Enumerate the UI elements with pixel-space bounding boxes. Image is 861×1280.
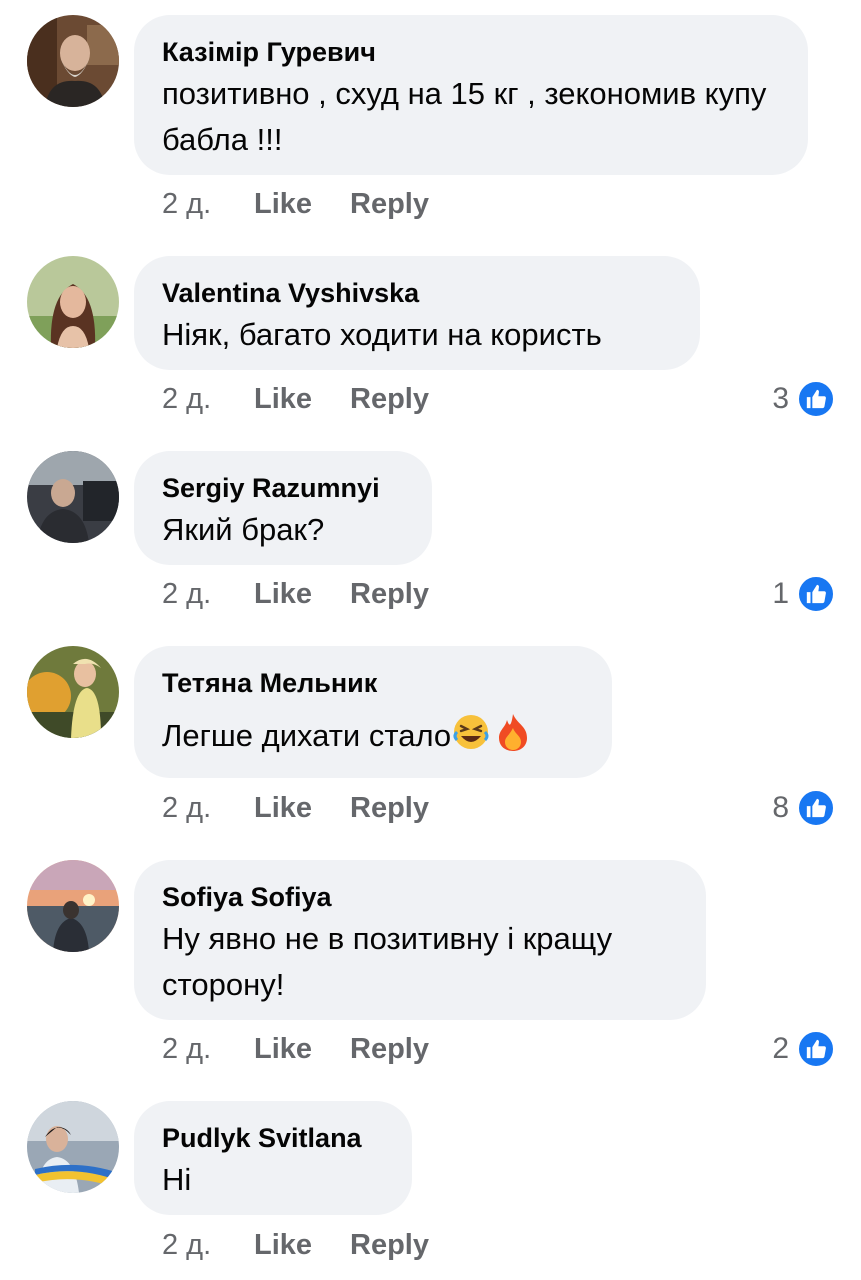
avatar[interactable] bbox=[27, 1101, 119, 1193]
reply-button[interactable]: Reply bbox=[350, 383, 429, 416]
like-button[interactable]: Like bbox=[254, 383, 350, 416]
thumbs-up-icon bbox=[797, 1030, 835, 1068]
reaction-count: 8 bbox=[772, 791, 789, 824]
comment-timestamp[interactable]: 2 д. bbox=[162, 1033, 254, 1066]
avatar[interactable] bbox=[27, 15, 119, 107]
comment-actions: 2 д. Like Reply bbox=[162, 184, 429, 224]
comment-text: Легше дихати стало bbox=[162, 712, 584, 765]
avatar[interactable] bbox=[27, 256, 119, 348]
reaction-count: 2 bbox=[772, 1032, 789, 1065]
comment-author[interactable]: Pudlyk Svitlana bbox=[162, 1121, 384, 1155]
comment-actions: 2 д. Like Reply bbox=[162, 788, 429, 828]
comment-timestamp[interactable]: 2 д. bbox=[162, 188, 254, 221]
like-button[interactable]: Like bbox=[254, 578, 350, 611]
like-button[interactable]: Like bbox=[254, 792, 350, 825]
avatar-photo bbox=[27, 256, 119, 348]
fire-emoji bbox=[495, 712, 531, 765]
avatar[interactable] bbox=[27, 646, 119, 738]
comment-bubble: Sofiya Sofiya Ну явно не в позитивну і к… bbox=[134, 860, 706, 1020]
reaction-count: 1 bbox=[772, 577, 789, 610]
comment-text: Який брак? bbox=[162, 512, 325, 547]
like-button[interactable]: Like bbox=[254, 1229, 350, 1262]
comment-author[interactable]: Sofiya Sofiya bbox=[162, 880, 678, 914]
avatar-photo bbox=[27, 451, 119, 543]
reaction-summary[interactable]: 1 bbox=[772, 574, 835, 614]
comment-text: Ніяк, багато ходити на користь bbox=[162, 317, 602, 352]
like-button[interactable]: Like bbox=[254, 1033, 350, 1066]
rolling-laughing-emoji bbox=[451, 712, 491, 765]
reply-button[interactable]: Reply bbox=[350, 188, 429, 221]
comment-author[interactable]: Казімір Гуревич bbox=[162, 35, 780, 69]
comment-timestamp[interactable]: 2 д. bbox=[162, 578, 254, 611]
comment-author[interactable]: Тетяна Мельник bbox=[162, 666, 584, 700]
comment-text: Ні bbox=[162, 1162, 192, 1197]
comment-text: Ну явно не в позитивну і кращу сторону! bbox=[162, 921, 613, 1002]
avatar[interactable] bbox=[27, 860, 119, 952]
avatar-photo bbox=[27, 15, 119, 107]
reply-button[interactable]: Reply bbox=[350, 1229, 429, 1262]
reaction-summary[interactable]: 8 bbox=[772, 788, 835, 828]
comment-bubble: Тетяна Мельник Легше дихати стало bbox=[134, 646, 612, 778]
reply-button[interactable]: Reply bbox=[350, 1033, 429, 1066]
reaction-summary[interactable]: 3 bbox=[772, 379, 835, 419]
comment-author[interactable]: Valentina Vyshivska bbox=[162, 276, 672, 310]
reply-button[interactable]: Reply bbox=[350, 578, 429, 611]
comment-timestamp[interactable]: 2 д. bbox=[162, 1229, 254, 1262]
comment-bubble: Pudlyk Svitlana Ні bbox=[134, 1101, 412, 1215]
avatar-photo bbox=[27, 646, 119, 738]
thumbs-up-icon bbox=[797, 380, 835, 418]
avatar-photo bbox=[27, 860, 119, 952]
comment-timestamp[interactable]: 2 д. bbox=[162, 383, 254, 416]
comment-author[interactable]: Sergiy Razumnyi bbox=[162, 471, 404, 505]
comment-list: Казімір Гуревич позитивно , схуд на 15 к… bbox=[0, 0, 861, 1280]
comment-actions: 2 д. Like Reply bbox=[162, 574, 429, 614]
comment-timestamp[interactable]: 2 д. bbox=[162, 792, 254, 825]
thumbs-up-icon bbox=[797, 575, 835, 613]
comment-bubble: Valentina Vyshivska Ніяк, багато ходити … bbox=[134, 256, 700, 370]
thumbs-up-icon bbox=[797, 789, 835, 827]
avatar-photo bbox=[27, 1101, 119, 1193]
comment-actions: 2 д. Like Reply bbox=[162, 1225, 429, 1265]
comment-actions: 2 д. Like Reply bbox=[162, 379, 429, 419]
comment-bubble: Sergiy Razumnyi Який брак? bbox=[134, 451, 432, 565]
reply-button[interactable]: Reply bbox=[350, 792, 429, 825]
like-button[interactable]: Like bbox=[254, 188, 350, 221]
reaction-count: 3 bbox=[772, 382, 789, 415]
reaction-summary[interactable]: 2 bbox=[772, 1029, 835, 1069]
comment-bubble: Казімір Гуревич позитивно , схуд на 15 к… bbox=[134, 15, 808, 175]
comment-actions: 2 д. Like Reply bbox=[162, 1029, 429, 1069]
avatar[interactable] bbox=[27, 451, 119, 543]
comment-text-content: Легше дихати стало bbox=[162, 718, 452, 753]
comment-text: позитивно , схуд на 15 кг , зекономив ку… bbox=[162, 76, 767, 157]
